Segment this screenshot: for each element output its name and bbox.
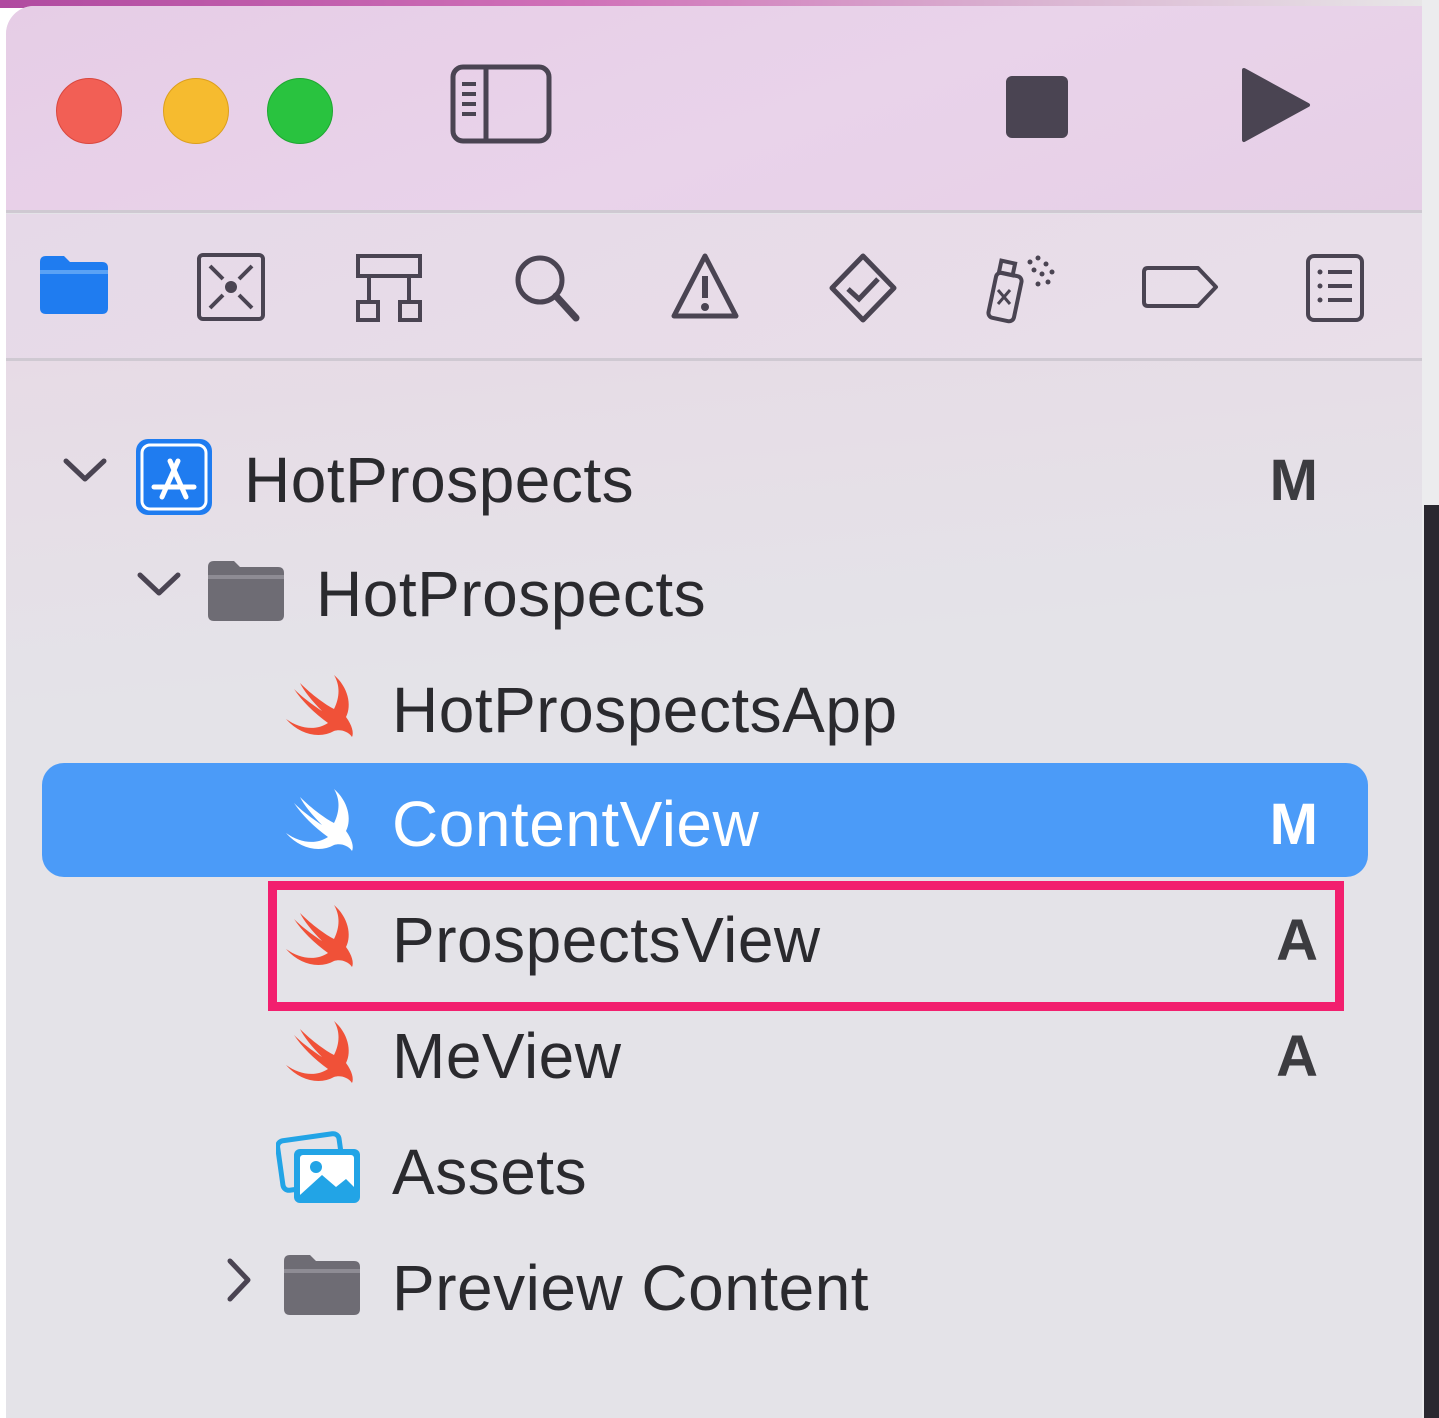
symbol-nav-icon[interactable] xyxy=(354,252,424,329)
debug-spray-icon[interactable] xyxy=(982,252,1062,329)
tree-row-project[interactable]: HotProspects M xyxy=(6,421,1422,535)
tree-label: Assets xyxy=(392,1136,588,1208)
minimize-button[interactable] xyxy=(163,78,229,144)
warning-icon[interactable] xyxy=(670,252,740,325)
status-badge: M xyxy=(1269,448,1318,513)
folder-nav-icon[interactable] xyxy=(38,252,110,321)
tree-row-file[interactable]: Assets xyxy=(6,1113,1422,1227)
annotation-highlight-box xyxy=(268,881,1344,1011)
tree-row-group[interactable]: HotProspects xyxy=(6,535,1422,649)
run-icon[interactable] xyxy=(1240,66,1312,149)
swift-icon xyxy=(282,785,362,860)
xcode-window: HotProspects M HotProspects HotProspects… xyxy=(6,6,1422,1418)
tree-label: Preview Content xyxy=(392,1252,870,1324)
project-navigator-tree: HotProspects M HotProspects HotProspects… xyxy=(6,361,1422,1418)
source-control-nav-icon[interactable] xyxy=(196,252,266,327)
tree-label: HotProspects xyxy=(316,558,707,630)
titlebar xyxy=(6,6,1422,210)
tree-row-folder[interactable]: Preview Content xyxy=(6,1229,1422,1343)
toolbar-divider xyxy=(6,210,1422,213)
tree-row-file[interactable]: HotProspectsApp xyxy=(6,651,1422,765)
close-button[interactable] xyxy=(56,78,122,144)
tree-label: HotProspects xyxy=(244,444,635,516)
status-badge: M xyxy=(1269,792,1318,857)
breakpoint-icon[interactable] xyxy=(1140,264,1220,315)
sidebar-toggle-icon[interactable] xyxy=(450,64,552,149)
tree-label: MeView xyxy=(392,1020,622,1092)
test-diamond-icon[interactable] xyxy=(828,252,898,329)
chevron-down-icon[interactable] xyxy=(62,455,108,490)
asset-catalog-icon xyxy=(275,1127,366,1212)
tree-label: HotProspectsApp xyxy=(392,674,898,746)
tree-row-file[interactable]: MeView A xyxy=(6,997,1422,1111)
zoom-button[interactable] xyxy=(267,78,333,144)
tree-row-file-selected[interactable]: ContentView M xyxy=(6,765,1422,879)
chevron-down-icon[interactable] xyxy=(136,569,182,604)
tree-label: ContentView xyxy=(392,788,760,860)
folder-icon xyxy=(206,557,286,628)
stop-icon[interactable] xyxy=(1004,74,1070,145)
chevron-right-icon[interactable] xyxy=(224,1257,254,1308)
status-badge: A xyxy=(1276,1024,1318,1089)
app-project-icon xyxy=(134,437,214,522)
navigator-tab-bar xyxy=(6,214,1422,358)
editor-edge xyxy=(1424,505,1439,1418)
report-icon[interactable] xyxy=(1304,252,1366,329)
swift-icon xyxy=(282,1017,362,1092)
swift-icon xyxy=(282,671,362,746)
search-icon[interactable] xyxy=(512,252,582,329)
folder-icon xyxy=(282,1251,362,1322)
